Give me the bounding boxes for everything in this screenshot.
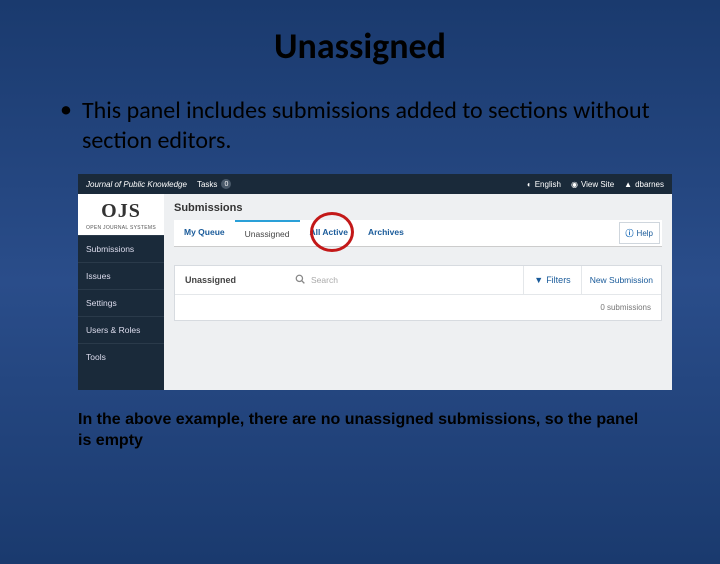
tasks-count-badge: 0 — [221, 179, 231, 189]
unassigned-panel: Unassigned Search ▼ Filters New Submissi… — [174, 265, 662, 321]
app-screenshot: Journal of Public Knowledge Tasks 0 ◐ En… — [78, 174, 672, 390]
logo[interactable]: OJS OPEN JOURNAL SYSTEMS — [78, 194, 164, 235]
tab-all-active[interactable]: All Active — [300, 220, 358, 246]
sidebar-item-tools[interactable]: Tools — [78, 343, 164, 370]
filters-button[interactable]: ▼ Filters — [523, 266, 580, 294]
slide-caption: In the above example, there are no unass… — [78, 410, 642, 452]
sidebar-item-submissions[interactable]: Submissions — [78, 235, 164, 262]
tab-unassigned[interactable]: Unassigned — [235, 220, 300, 246]
globe-icon: ◐ — [527, 180, 532, 189]
journal-title[interactable]: Journal of Public Knowledge — [86, 180, 187, 189]
panel-count: 0 submissions — [175, 295, 661, 320]
tasks-button[interactable]: Tasks 0 — [197, 179, 231, 189]
sidebar: OJS OPEN JOURNAL SYSTEMS Submissions Iss… — [78, 194, 164, 390]
sidebar-item-settings[interactable]: Settings — [78, 289, 164, 316]
page-heading: Submissions — [174, 202, 662, 214]
tasks-label: Tasks — [197, 180, 217, 189]
sidebar-item-users-roles[interactable]: Users & Roles — [78, 316, 164, 343]
bullet-dot-icon: • — [60, 96, 72, 156]
language-selector[interactable]: ◐ English — [527, 180, 561, 189]
content-area: Submissions My Queue Unassigned All Acti… — [164, 194, 672, 390]
eye-icon: ◉ — [571, 180, 578, 189]
tab-archives[interactable]: Archives — [358, 220, 414, 246]
tabs: My Queue Unassigned All Active Archives … — [174, 220, 662, 247]
new-submission-button[interactable]: New Submission — [581, 266, 661, 294]
topbar: Journal of Public Knowledge Tasks 0 ◐ En… — [78, 174, 672, 194]
slide-title: Unassigned — [0, 24, 720, 68]
tab-my-queue[interactable]: My Queue — [174, 220, 235, 246]
view-site-link[interactable]: ◉ View Site — [571, 180, 614, 189]
username: dbarnes — [635, 180, 664, 189]
help-icon: ⓘ — [626, 228, 634, 239]
search-icon — [295, 274, 305, 287]
filters-label: Filters — [546, 275, 571, 285]
help-button[interactable]: ⓘ Help — [619, 222, 660, 244]
sidebar-item-issues[interactable]: Issues — [78, 262, 164, 289]
bullet-item: • This panel includes submissions added … — [60, 96, 660, 156]
help-label: Help — [637, 229, 653, 238]
search-input[interactable]: Search — [295, 274, 523, 287]
search-placeholder: Search — [311, 275, 338, 285]
panel-header: Unassigned Search ▼ Filters New Submissi… — [175, 266, 661, 295]
filter-icon: ▼ — [534, 275, 543, 285]
bullet-text: This panel includes submissions added to… — [82, 96, 660, 156]
view-site-label: View Site — [581, 180, 614, 189]
user-menu[interactable]: ▲ dbarnes — [624, 180, 664, 189]
logo-subtext: OPEN JOURNAL SYSTEMS — [80, 225, 162, 231]
panel-title: Unassigned — [175, 267, 295, 293]
language-label: English — [535, 180, 561, 189]
logo-text: OJS — [80, 200, 162, 223]
user-icon: ▲ — [624, 180, 632, 189]
